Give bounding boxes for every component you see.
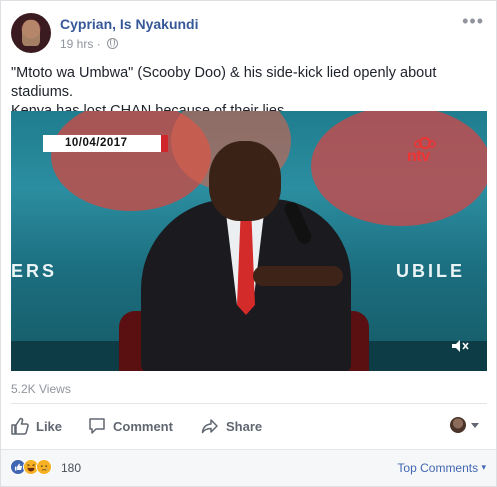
like-label: Like	[36, 418, 63, 434]
mini-avatar	[450, 417, 466, 433]
date-overlay: 10/04/2017	[43, 135, 168, 152]
top-comments-dropdown[interactable]: Top Comments ▾	[397, 461, 486, 475]
sad-reaction-icon[interactable]	[36, 459, 52, 475]
profile-selector[interactable]	[450, 417, 479, 433]
meta-separator: ·	[96, 37, 101, 51]
post-text-line: "Mtoto wa Umbwa" (Scooby Doo) & his side…	[11, 65, 437, 100]
action-bar: Like Comment Share	[11, 411, 487, 441]
caret-down-icon	[471, 422, 479, 428]
backdrop-banner-left: ERS	[11, 261, 58, 281]
share-label: Share	[226, 418, 263, 434]
view-count: 5.2K Views	[11, 382, 71, 396]
caret-down-icon: ▾	[481, 462, 486, 472]
volume-muted-icon[interactable]	[451, 339, 469, 353]
globe-icon[interactable]	[107, 38, 119, 49]
post-card: Cyprian, Is Nyakundi 19 hrs · ••• "Mtoto…	[0, 0, 497, 487]
thumbs-up-icon	[11, 417, 29, 435]
post-timestamp[interactable]: 19 hrs	[60, 37, 93, 51]
author-name[interactable]: Cyprian, Is Nyakundi	[60, 16, 198, 32]
post-header: Cyprian, Is Nyakundi 19 hrs · •••	[11, 12, 488, 57]
speaker-hands	[253, 266, 343, 286]
backdrop-shape	[311, 111, 487, 226]
video-player[interactable]: ERS UBILE 10/04/2017 ntv	[11, 111, 487, 371]
comment-bubble-icon	[89, 418, 105, 434]
divider	[11, 403, 487, 404]
reactions-bar: 180 Top Comments ▾	[1, 449, 496, 486]
post-meta: 19 hrs ·	[60, 37, 119, 51]
backdrop-banner-right: UBILE	[396, 261, 465, 281]
share-button[interactable]: Share	[201, 411, 262, 441]
speaker-head	[209, 141, 281, 221]
comment-button[interactable]: Comment	[88, 411, 173, 441]
more-options-icon[interactable]: •••	[462, 12, 484, 30]
share-arrow-icon	[201, 419, 218, 434]
like-button[interactable]: Like	[11, 411, 62, 441]
reaction-count[interactable]: 180	[61, 461, 81, 475]
top-comments-label: Top Comments	[397, 461, 479, 475]
author-avatar[interactable]	[11, 13, 51, 53]
comment-label: Comment	[113, 418, 173, 434]
ntv-logo-text: ntv	[407, 148, 430, 165]
